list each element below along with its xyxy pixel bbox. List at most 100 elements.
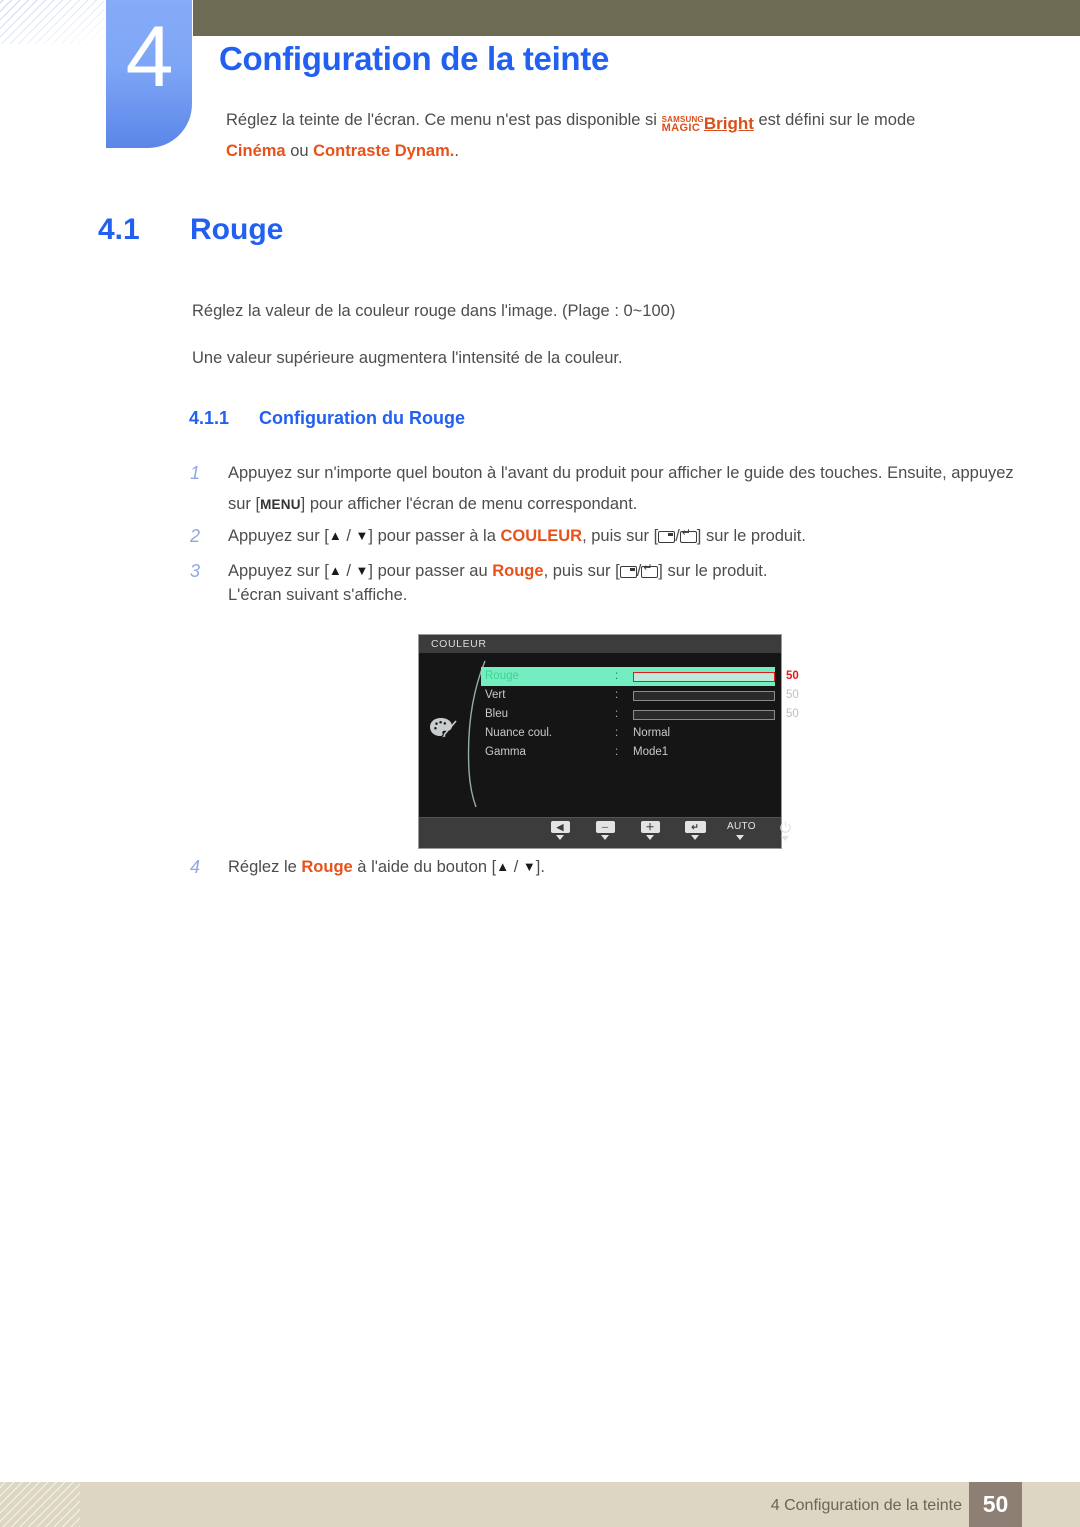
subsection-number: 4.1.1	[189, 408, 230, 428]
footer-chapter-label: 4 Configuration de la teinte	[770, 1497, 962, 1514]
button-indicator-arrow	[691, 835, 699, 840]
osd-screenshot: COULEUR Rouge : 50 Vert: 50 Bleu: 50 N…	[418, 634, 799, 849]
section-title: Rouge	[190, 213, 284, 246]
osd-slider-rouge[interactable]	[633, 672, 775, 682]
osd-row-gamma[interactable]: Gamma : Mode1	[481, 743, 775, 762]
mode-cinema-label: Cinéma	[226, 142, 286, 161]
magic-wordmark: MAGIC	[661, 121, 701, 134]
plus-icon: ＋	[640, 821, 660, 833]
osd-row-bleu[interactable]: Bleu : 50	[481, 705, 799, 724]
section-number: 4.1	[98, 213, 140, 246]
page-footer: 4 Configuration de la teinte 50	[0, 1482, 1080, 1527]
osd-auto-button[interactable]: AUTO	[727, 821, 756, 840]
intro-end: .	[454, 142, 459, 161]
step-3-part3: , puis sur [	[543, 562, 620, 580]
arrow-up-icon: ▲	[496, 859, 510, 874]
button-indicator-arrow	[781, 836, 789, 841]
source-button-icon	[658, 531, 676, 543]
rouge-highlight: Rouge	[492, 562, 544, 580]
step-2-sep: /	[341, 527, 356, 545]
arrow-up-icon: ▲	[328, 528, 342, 543]
step-4-part3: ].	[535, 858, 545, 876]
osd-enter-button[interactable]: ↵	[682, 821, 708, 840]
step-2-part1: Appuyez sur [	[228, 527, 329, 545]
osd-value-vert: 50	[786, 689, 799, 701]
step-2-part3: , puis sur [	[582, 527, 659, 545]
back-icon: ◀	[550, 821, 570, 833]
step-4-text: Réglez le Rouge à l'aide du bouton [▲ / …	[228, 852, 1020, 883]
mode-contraste-dynam-label: Contraste Dynam.	[313, 142, 455, 161]
step-3-part4: ] sur le produit.	[658, 562, 768, 580]
osd-value-bleu: 50	[786, 708, 799, 720]
section-heading: 4.1 Rouge	[98, 213, 283, 247]
osd-row-nuance-coul[interactable]: Nuance coul. : Normal	[481, 724, 775, 743]
osd-plus-button[interactable]: ＋	[637, 821, 663, 840]
step-4: 4 Réglez le Rouge à l'aide du bouton [▲ …	[190, 852, 1020, 883]
osd-slider-bleu[interactable]	[633, 710, 775, 720]
step-2-number: 2	[190, 526, 201, 546]
osd-title: COULEUR	[419, 635, 781, 653]
osd-minus-button[interactable]: ─	[592, 821, 618, 840]
osd-colon: :	[615, 689, 619, 701]
osd-colon: :	[615, 727, 619, 739]
osd-label-bleu: Bleu	[485, 708, 509, 720]
step-1-part2: ] pour afficher l'écran de menu correspo…	[300, 495, 638, 513]
osd-colon: :	[615, 708, 619, 720]
chapter-intro-paragraph: Réglez la teinte de l'écran. Ce menu n'e…	[226, 105, 1016, 167]
osd-power-button[interactable]	[772, 821, 798, 841]
osd-colon: :	[615, 746, 619, 758]
button-indicator-arrow	[646, 835, 654, 840]
osd-body: Rouge : 50 Vert : 50 Bleu : 50 Nuance co…	[419, 653, 799, 818]
step-3-text: Appuyez sur [▲ / ▼] pour passer au Rouge…	[228, 556, 1020, 587]
subsection-heading: 4.1.1 Configuration du Rouge	[189, 408, 465, 429]
footer-hatch-decoration	[0, 1482, 80, 1527]
step-4-part2: à l'aide du bouton [	[352, 858, 497, 876]
button-indicator-arrow	[736, 835, 744, 840]
enter-button-icon	[679, 527, 697, 543]
step-3: 3 Appuyez sur [▲ / ▼] pour passer au Rou…	[190, 556, 1020, 587]
step-3-part1: Appuyez sur [	[228, 562, 329, 580]
arrow-down-icon: ▼	[355, 563, 369, 578]
auto-label: AUTO	[727, 821, 756, 832]
osd-label-rouge: Rouge	[485, 670, 519, 682]
plus-glyph: ＋	[645, 822, 655, 832]
step-2-part4: ] sur le produit.	[696, 527, 806, 545]
step-2-part2: ] pour passer à la	[368, 527, 501, 545]
osd-button-bar: ◀ ─ ＋ ↵ AUTO	[419, 817, 791, 848]
step-4-number: 4	[190, 857, 201, 877]
osd-value-gamma: Mode1	[633, 746, 669, 758]
subsection-title: Configuration du Rouge	[259, 408, 465, 428]
osd-menu-list: Rouge : 50 Vert : 50 Bleu : 50 Nuance co…	[481, 667, 799, 762]
step-2-text: Appuyez sur [▲ / ▼] pour passer à la COU…	[228, 521, 1020, 552]
osd-slider-vert[interactable]	[633, 691, 775, 701]
button-indicator-arrow	[601, 835, 609, 840]
step-4-sep: /	[509, 858, 523, 876]
osd-colon: :	[615, 670, 619, 682]
intro-text-before: Réglez la teinte de l'écran. Ce menu n'e…	[226, 111, 662, 129]
osd-value-rouge: 50	[786, 670, 799, 682]
page-title: Configuration de la teinte	[219, 40, 610, 77]
bright-wordmark: Bright	[703, 114, 754, 134]
osd-value-nuance-coul: Normal	[633, 727, 671, 739]
corner-hatch-decoration	[0, 0, 104, 44]
enter-button-icon	[641, 562, 659, 578]
step-1-text: Appuyez sur n'importe quel bouton à l'av…	[228, 458, 1020, 520]
page-number: 50	[969, 1482, 1022, 1527]
screen-follows-note: L'écran suivant s'affiche.	[228, 586, 408, 604]
arrow-down-icon: ▼	[355, 528, 369, 543]
step-3-number: 3	[190, 561, 201, 581]
osd-label-vert: Vert	[485, 689, 506, 701]
power-icon	[779, 821, 792, 834]
minus-glyph: ─	[601, 822, 609, 832]
step-2: 2 Appuyez sur [▲ / ▼] pour passer à la C…	[190, 521, 1020, 552]
source-button-icon	[619, 566, 637, 578]
osd-row-vert[interactable]: Vert : 50	[481, 686, 799, 705]
osd-label-nuance-coul: Nuance coul.	[485, 727, 553, 739]
osd-row-rouge[interactable]: Rouge : 50	[481, 667, 799, 686]
samsung-magic-bright-logo: SAMSUNG MAGIC Bright	[662, 107, 754, 138]
menu-key-label: MENU	[260, 497, 301, 512]
osd-back-button[interactable]: ◀	[547, 821, 573, 840]
header-olive-bar	[193, 0, 1080, 36]
intro-text-after: est défini sur le mode	[753, 111, 916, 129]
enter-icon: ↵	[684, 821, 706, 833]
